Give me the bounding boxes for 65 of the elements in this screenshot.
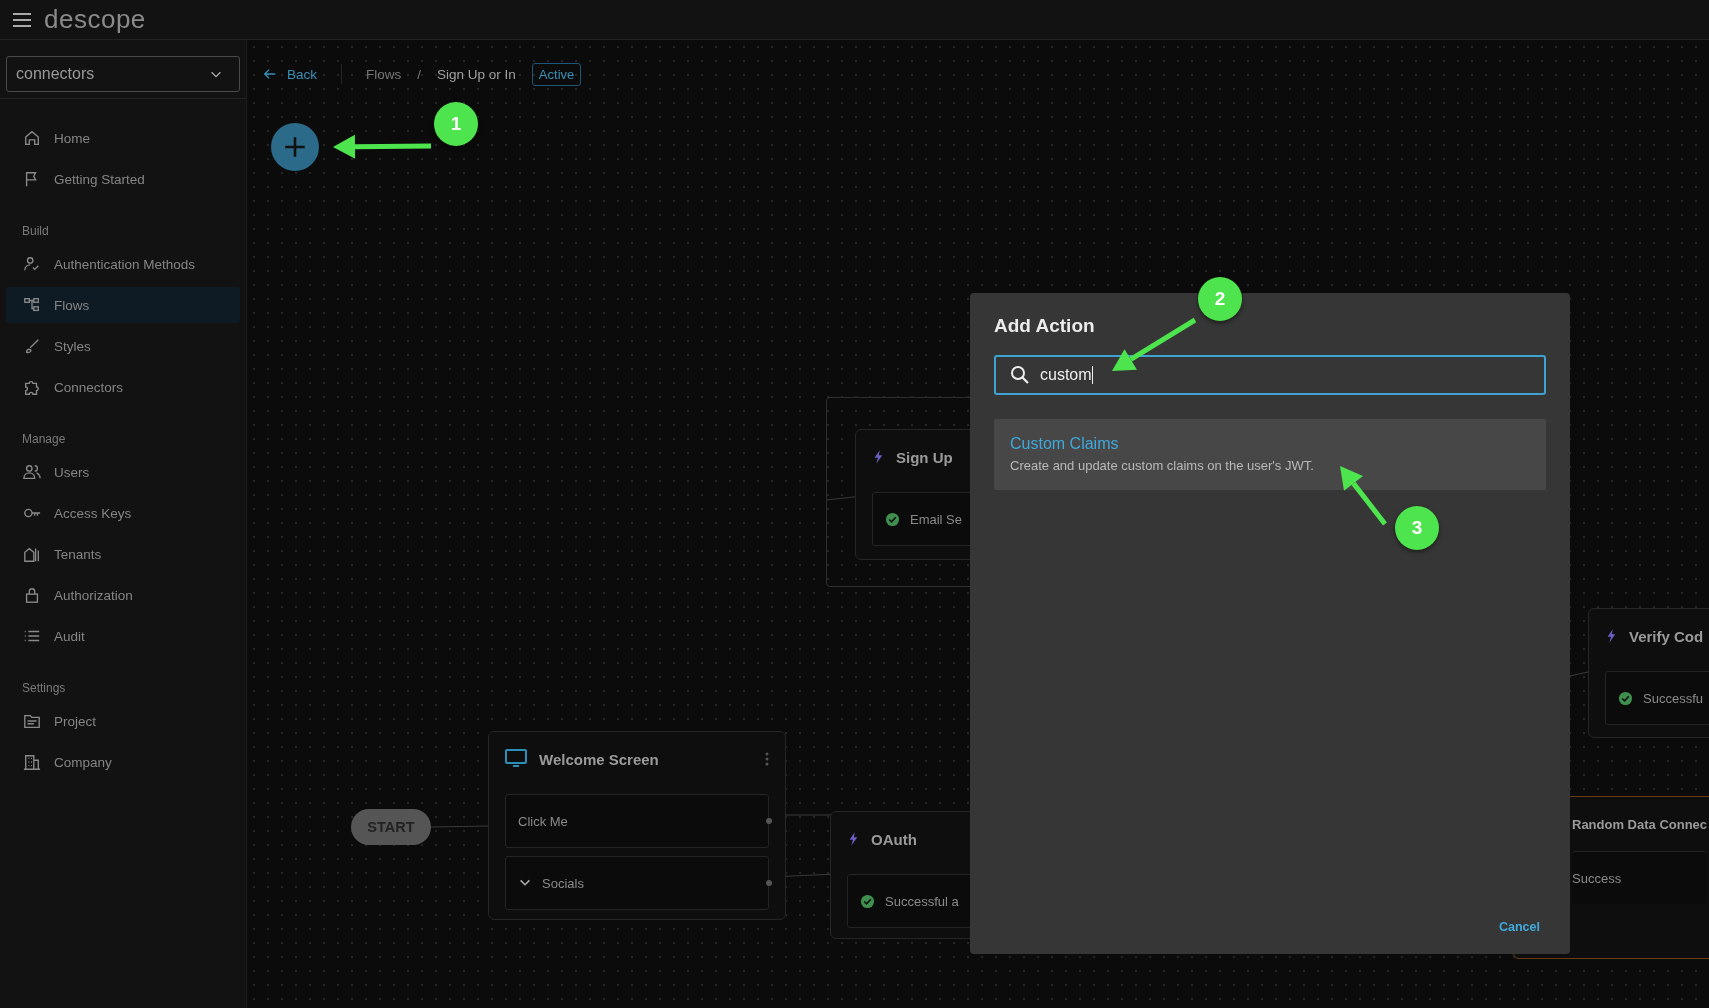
node-title: Sign Up	[896, 448, 953, 466]
sidebar-item[interactable]: Connectors	[6, 369, 240, 405]
node-title: Random Data Connec	[1572, 816, 1708, 832]
lightning-icon	[872, 448, 884, 466]
buildings-icon	[23, 545, 41, 563]
plus-icon	[282, 134, 308, 160]
dialog-title: Add Action	[994, 315, 1096, 337]
section-heading: Manage	[21, 431, 67, 448]
project-dropdown[interactable]: connectors	[6, 56, 240, 92]
collapsible-row[interactable]: Socials	[505, 856, 769, 910]
sidebar-item[interactable]: Company	[6, 744, 240, 780]
status-badge: Active	[531, 62, 582, 86]
sidebar-item[interactable]: Audit	[6, 618, 240, 654]
breadcrumb-current: Sign Up or In	[437, 66, 516, 82]
screen-button-row[interactable]: Click Me	[505, 794, 769, 848]
sidebar-item[interactable]: Authentication Methods	[6, 246, 240, 282]
section-heading: Build	[21, 223, 50, 240]
arrow-left-icon	[263, 67, 277, 81]
sidebar-item[interactable]: Flows	[6, 287, 240, 323]
search-icon	[1010, 365, 1030, 385]
logo: descope	[44, 4, 146, 35]
outcome-row: Successfu	[1605, 671, 1709, 725]
building-icon	[23, 753, 41, 771]
sidebar-item[interactable]: Users	[6, 454, 240, 490]
sidebar-item[interactable]: Styles	[6, 328, 240, 364]
screen-node[interactable]: Welcome Screen Click Me Socials	[488, 731, 786, 920]
more-options-icon	[765, 752, 769, 766]
breadcrumb-separator: /	[417, 66, 422, 82]
monitor-icon	[505, 749, 527, 769]
sidebar-item[interactable]: Getting Started	[6, 161, 240, 197]
action-node[interactable]: Verify Cod Successfu	[1588, 608, 1709, 738]
section-heading: Settings	[21, 680, 67, 697]
back-link[interactable]: Back	[263, 66, 317, 82]
check-circle-icon	[860, 893, 875, 909]
check-circle-icon	[1618, 690, 1633, 706]
node-title: Verify Cod	[1629, 627, 1704, 645]
result-title: Custom Claims	[1010, 435, 1120, 453]
sidebar-item[interactable]: Access Keys	[6, 495, 240, 531]
flow-diagram-icon	[23, 296, 41, 314]
result-description: Create and update custom claims on the user's JWT.	[1010, 458, 1315, 473]
lightning-icon	[1605, 627, 1617, 645]
lightning-icon	[847, 830, 859, 848]
breadcrumb-link[interactable]: Flows	[366, 66, 402, 82]
brush-icon	[23, 337, 41, 355]
users-icon	[23, 463, 41, 481]
port-dot	[766, 880, 772, 886]
annotation-arrow	[1340, 466, 1387, 526]
check-circle-icon	[885, 511, 900, 527]
sidebar-item[interactable]: Authorization	[6, 577, 240, 613]
lock-icon	[23, 586, 41, 604]
sidebar-item[interactable]: Home	[6, 120, 240, 156]
sidebar-item[interactable]: Tenants	[6, 536, 240, 572]
search-field[interactable]: custom	[994, 355, 1546, 395]
action-result-item[interactable]: Custom Claims Create and update custom claims on the user's JWT.	[994, 419, 1546, 490]
folder-icon	[23, 712, 41, 730]
node-title: Welcome Screen	[539, 750, 659, 768]
user-check-icon	[23, 255, 41, 273]
puzzle-icon	[23, 378, 41, 396]
outcome-row: Success	[1572, 851, 1706, 904]
home-icon	[23, 129, 41, 147]
menu-icon[interactable]	[12, 11, 32, 28]
port-dot	[766, 818, 772, 824]
node-title: OAuth	[871, 830, 917, 848]
sidebar-item[interactable]: Project	[6, 703, 240, 739]
connector-line	[430, 825, 489, 828]
